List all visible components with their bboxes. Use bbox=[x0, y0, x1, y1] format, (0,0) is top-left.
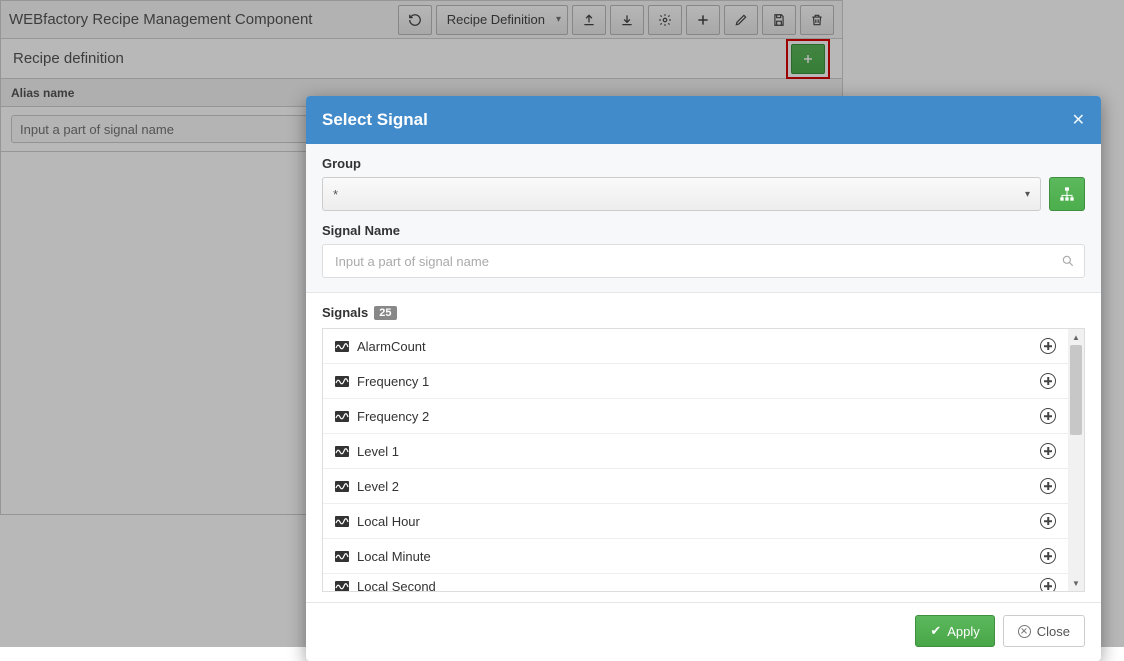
apply-label: Apply bbox=[947, 624, 980, 639]
signal-row[interactable]: AlarmCount bbox=[323, 329, 1068, 364]
signal-icon bbox=[335, 341, 349, 352]
signal-name: Frequency 2 bbox=[357, 409, 1040, 424]
modal-header: Select Signal ✕ bbox=[306, 96, 1101, 144]
signal-icon bbox=[335, 376, 349, 387]
group-label: Group bbox=[322, 156, 1085, 171]
signal-icon bbox=[335, 581, 349, 592]
close-button[interactable]: Close bbox=[1003, 615, 1085, 647]
search-icon[interactable] bbox=[1061, 254, 1075, 268]
add-signal-icon[interactable] bbox=[1040, 478, 1056, 494]
modal-footer: ✔ Apply Close bbox=[306, 602, 1101, 661]
signal-name: AlarmCount bbox=[357, 339, 1040, 354]
signals-heading: Signals 25 bbox=[322, 305, 1085, 320]
signal-name: Local Minute bbox=[357, 549, 1040, 564]
signal-row[interactable]: Level 1 bbox=[323, 434, 1068, 469]
signals-section: Signals 25 AlarmCount Frequency 1 Freque… bbox=[306, 293, 1101, 592]
scrollbar[interactable]: ▲ ▼ bbox=[1068, 328, 1085, 592]
group-tree-button[interactable] bbox=[1049, 177, 1085, 211]
sitemap-icon bbox=[1059, 186, 1075, 202]
add-signal-icon[interactable] bbox=[1040, 548, 1056, 564]
add-signal-icon[interactable] bbox=[1040, 513, 1056, 529]
signal-name: Local Hour bbox=[357, 514, 1040, 529]
apply-button[interactable]: ✔ Apply bbox=[915, 615, 994, 647]
scroll-down-icon[interactable]: ▼ bbox=[1068, 575, 1084, 591]
signal-name-label: Signal Name bbox=[322, 223, 1085, 238]
signal-icon bbox=[335, 411, 349, 422]
signal-name: Frequency 1 bbox=[357, 374, 1040, 389]
signal-row[interactable]: Frequency 2 bbox=[323, 399, 1068, 434]
signal-name-input[interactable] bbox=[322, 244, 1085, 278]
scroll-up-icon[interactable]: ▲ bbox=[1068, 329, 1084, 345]
signal-row[interactable]: Local Hour bbox=[323, 504, 1068, 539]
signals-count-badge: 25 bbox=[374, 306, 396, 320]
signal-icon bbox=[335, 446, 349, 457]
modal-title: Select Signal bbox=[322, 110, 1072, 130]
check-icon: ✔ bbox=[930, 623, 941, 639]
signal-name: Level 1 bbox=[357, 444, 1040, 459]
signal-icon bbox=[335, 516, 349, 527]
signals-label: Signals bbox=[322, 305, 368, 320]
signal-name: Local Second bbox=[357, 579, 1040, 593]
signals-list: AlarmCount Frequency 1 Frequency 2 Level… bbox=[322, 328, 1068, 592]
add-signal-icon[interactable] bbox=[1040, 443, 1056, 459]
select-signal-modal: Select Signal ✕ Group * Signal Name Sign… bbox=[306, 96, 1101, 661]
modal-filter-section: Group * Signal Name bbox=[306, 144, 1101, 293]
add-signal-icon[interactable] bbox=[1040, 338, 1056, 354]
signal-row[interactable]: Local Minute bbox=[323, 539, 1068, 574]
add-signal-icon[interactable] bbox=[1040, 578, 1056, 592]
signal-row[interactable]: Level 2 bbox=[323, 469, 1068, 504]
signal-name: Level 2 bbox=[357, 479, 1040, 494]
signal-icon bbox=[335, 481, 349, 492]
signal-row[interactable]: Frequency 1 bbox=[323, 364, 1068, 399]
add-signal-icon[interactable] bbox=[1040, 408, 1056, 424]
signal-row[interactable]: Local Second bbox=[323, 574, 1068, 592]
add-signal-icon[interactable] bbox=[1040, 373, 1056, 389]
group-select[interactable]: * bbox=[322, 177, 1041, 211]
scroll-thumb[interactable] bbox=[1070, 345, 1082, 435]
close-label: Close bbox=[1037, 624, 1070, 639]
modal-close-x[interactable]: ✕ bbox=[1072, 110, 1085, 130]
close-circle-icon bbox=[1018, 625, 1031, 638]
signal-icon bbox=[335, 551, 349, 562]
